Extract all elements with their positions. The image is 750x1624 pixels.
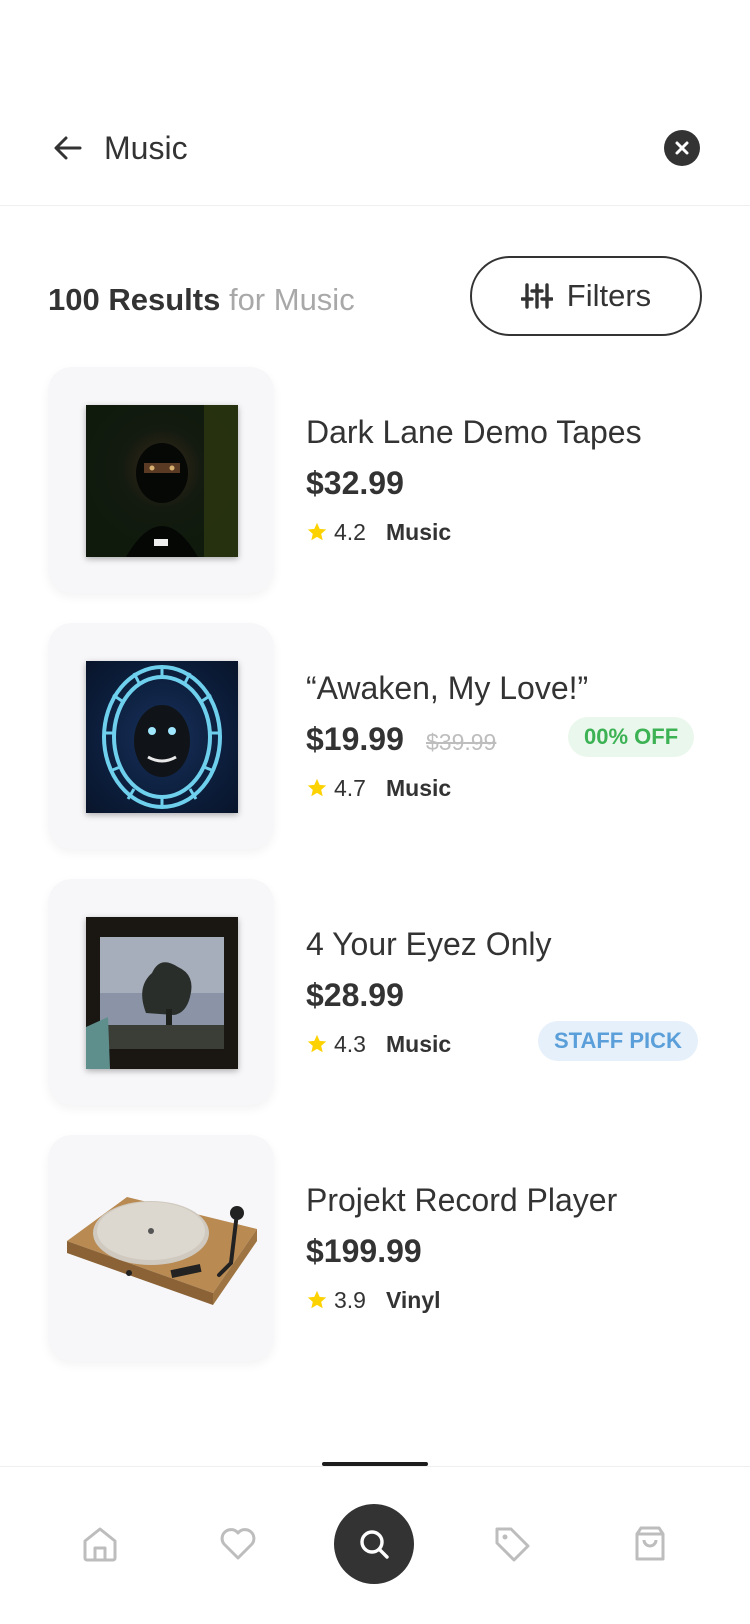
product-title[interactable]: 4 Your Eyez Only <box>306 923 551 965</box>
product-category: Vinyl <box>385 1286 441 1313</box>
star-icon <box>307 1290 327 1309</box>
product-card[interactable]: Projekt Record Player $199.99 3.9 Vinyl <box>48 1135 702 1361</box>
home-icon <box>83 1527 117 1562</box>
product-card[interactable]: 4 Your Eyez Only $28.99 STAFF PICK 4.3 M… <box>48 879 702 1105</box>
sliders-icon <box>520 283 553 309</box>
record-player-image <box>67 1197 257 1305</box>
nav-search[interactable] <box>334 1504 414 1584</box>
arrow-left-icon <box>54 136 82 160</box>
product-title[interactable]: “Awaken, My Love!” <box>306 667 588 709</box>
product-price: $19.99 <box>306 721 404 757</box>
product-price: $199.99 <box>306 1233 422 1269</box>
product-card[interactable]: Dark Lane Demo Tapes $32.99 4.2 Music <box>48 367 702 593</box>
product-thumbnail[interactable] <box>48 367 274 593</box>
product-card[interactable]: “Awaken, My Love!” $19.99 $39.99 00% OFF… <box>48 623 702 849</box>
star-icon <box>307 778 327 797</box>
staff-pick-badge: STAFF PICK <box>538 1021 698 1061</box>
heart-icon <box>220 1528 256 1560</box>
product-category: Music <box>385 1030 452 1057</box>
nav-favorites[interactable] <box>216 1522 260 1566</box>
results-count: 100 Results <box>48 282 221 317</box>
product-thumbnail[interactable] <box>48 879 274 1105</box>
filters-button[interactable]: Filters <box>470 256 702 336</box>
product-category: Music <box>385 518 452 545</box>
results-query: for Music <box>228 282 355 317</box>
close-icon <box>675 141 689 155</box>
filters-label: Filters <box>566 278 652 313</box>
discount-badge: 00% OFF <box>568 717 695 757</box>
nav-deals[interactable] <box>490 1522 534 1566</box>
search-input[interactable]: Music <box>104 126 188 170</box>
album-cover-image <box>86 661 238 813</box>
star-icon <box>307 522 327 541</box>
product-thumbnail[interactable] <box>48 623 274 849</box>
product-category: Music <box>385 774 452 801</box>
rating-value: 3.9 <box>334 1286 366 1313</box>
results-summary: 100 Results for Music <box>48 280 355 320</box>
product-price: $32.99 <box>306 465 404 501</box>
shopping-bag-icon <box>635 1526 665 1561</box>
product-thumbnail[interactable] <box>48 1135 274 1361</box>
product-title[interactable]: Dark Lane Demo Tapes <box>306 411 642 453</box>
search-icon <box>360 1530 389 1559</box>
rating-value: 4.7 <box>334 774 366 801</box>
nav-home[interactable] <box>78 1522 122 1566</box>
rating-row: 4.3 Music <box>306 1029 451 1059</box>
rating-row: 4.7 Music <box>306 773 451 803</box>
back-button[interactable] <box>48 128 88 168</box>
star-icon <box>307 1034 327 1053</box>
nav-cart[interactable] <box>628 1522 672 1566</box>
rating-value: 4.2 <box>334 518 366 545</box>
clear-search-button[interactable] <box>664 130 700 166</box>
product-title[interactable]: Projekt Record Player <box>306 1179 617 1221</box>
album-cover-image <box>86 405 238 557</box>
rating-value: 4.3 <box>334 1030 366 1057</box>
tag-icon <box>495 1527 530 1562</box>
rating-row: 4.2 Music <box>306 517 451 547</box>
original-price: $39.99 <box>426 729 497 755</box>
product-price: $28.99 <box>306 977 404 1013</box>
album-cover-image <box>86 917 238 1069</box>
rating-row: 3.9 Vinyl <box>306 1285 441 1315</box>
